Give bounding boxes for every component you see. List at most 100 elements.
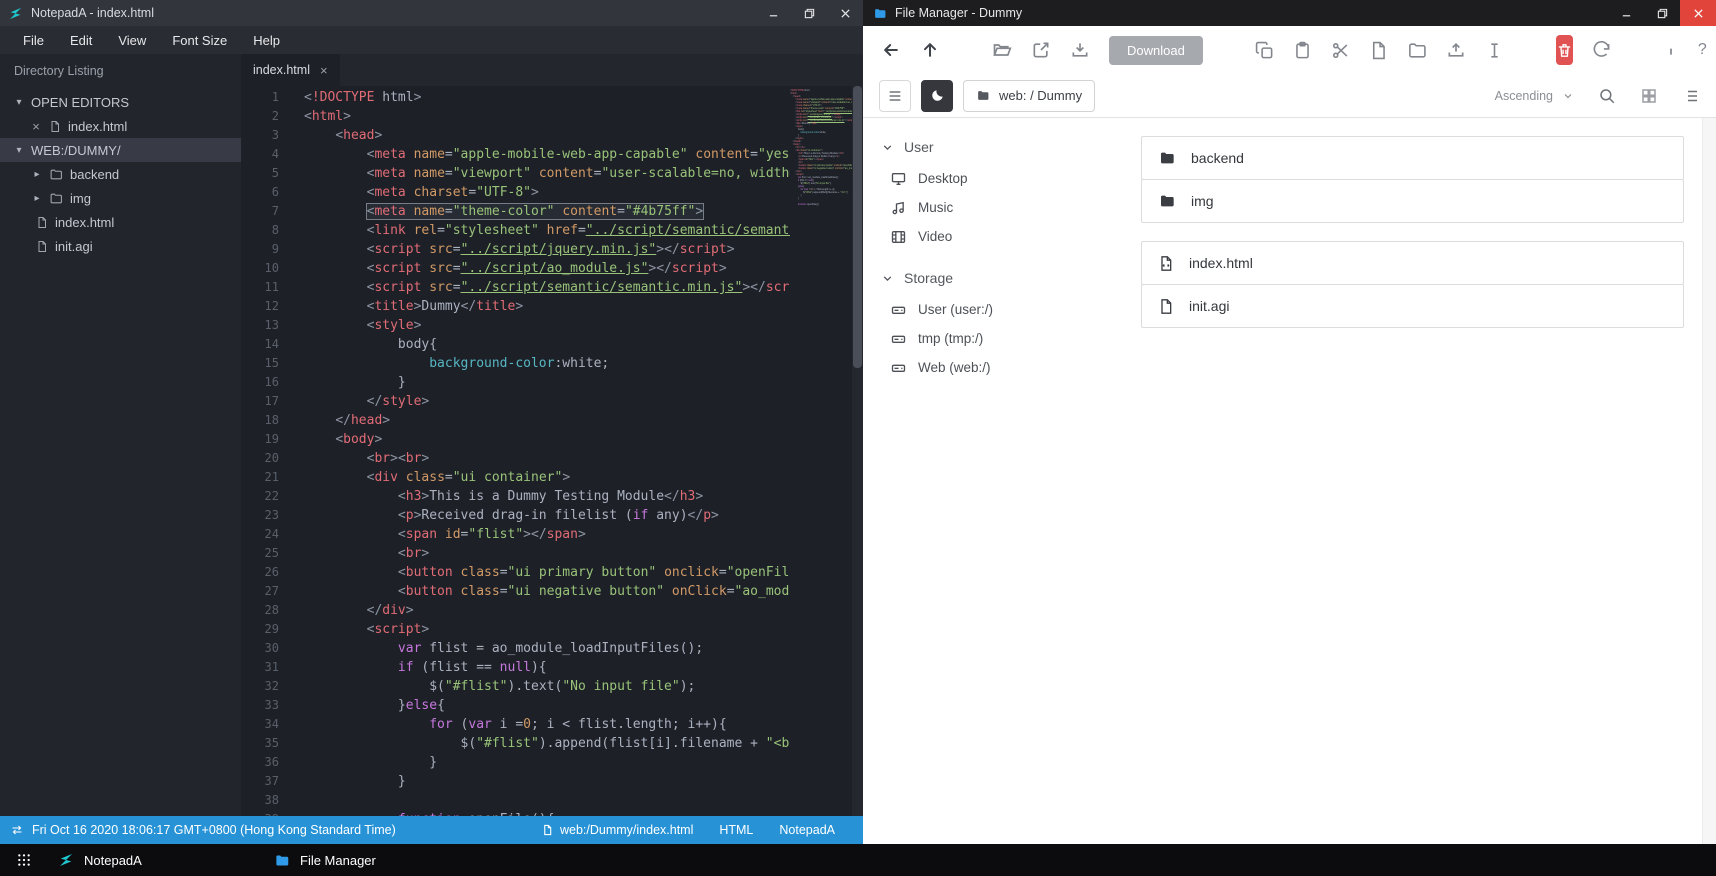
file-icon	[544, 824, 552, 836]
folder-icon	[1161, 152, 1174, 164]
sidebar-item-user-drive[interactable]: User (user:/)	[863, 295, 1103, 324]
search-icon[interactable]	[1598, 87, 1616, 105]
sort-dropdown[interactable]: Ascending	[1495, 89, 1574, 103]
filemanager-logo-icon	[276, 855, 289, 865]
window-title: File Manager - Dummy	[895, 6, 1023, 20]
menu-help[interactable]: Help	[240, 33, 293, 48]
chevron-down-icon: ▾	[16, 144, 22, 156]
sidebar-item-desktop[interactable]: Desktop	[863, 164, 1103, 193]
filemanager-sidebar: User Desktop Music Video Storage User (u…	[863, 118, 1103, 844]
files-group: index.html init.agi	[1141, 241, 1684, 328]
status-language[interactable]: HTML	[719, 823, 753, 837]
filemanager-content: User Desktop Music Video Storage User (u…	[863, 118, 1716, 844]
taskbar-item-filemanager[interactable]: File Manager	[260, 844, 476, 876]
new-file-icon[interactable]	[1369, 41, 1388, 60]
apps-grid-icon[interactable]	[4, 844, 44, 876]
sidebar-item-web-drive[interactable]: Web (web:/)	[863, 353, 1103, 382]
tree-open-editors[interactable]: ▾ OPEN EDITORS	[0, 90, 241, 114]
tree-item-backend[interactable]: ▸ backend	[0, 162, 241, 186]
tree-item-img[interactable]: ▸ img	[0, 186, 241, 210]
download-icon[interactable]	[1070, 40, 1090, 60]
editor-area: index.html × 1 <!DOCTYPE html> 2 <html> 3 <h…	[241, 54, 863, 816]
section-user[interactable]: User	[863, 130, 1103, 164]
sidebar-item-music[interactable]: Music	[863, 193, 1103, 222]
sidebar-item-video[interactable]: Video	[863, 222, 1103, 251]
menu-font-size[interactable]: Font Size	[159, 33, 240, 48]
filemanager-window: File Manager - Dummy Download ? web: / D…	[863, 0, 1716, 844]
open-folder-icon[interactable]	[992, 40, 1012, 60]
tree-root-folder[interactable]: ▾ WEB:/DUMMY/	[0, 138, 241, 162]
refresh-icon[interactable]	[1592, 40, 1611, 60]
minimize-icon[interactable]	[755, 0, 791, 26]
file-row-backend[interactable]: backend	[1141, 136, 1684, 180]
filemanager-subbar: web: / Dummy Ascending	[863, 74, 1716, 118]
filemanager-toolbar: Download ?	[863, 26, 1716, 74]
download-button[interactable]: Download	[1109, 35, 1203, 65]
editor-scrollbar[interactable]	[852, 86, 863, 816]
filemanager-logo-icon	[875, 8, 886, 18]
folder-icon	[978, 91, 989, 100]
menu-edit[interactable]: Edit	[57, 33, 105, 48]
help-icon[interactable]: ?	[1698, 41, 1707, 59]
dark-mode-icon[interactable]	[921, 79, 953, 112]
taskbar: NotepadA File Manager	[0, 844, 1716, 876]
status-right: web:/Dummy/index.html HTML NotepadA	[542, 823, 863, 837]
close-icon[interactable]	[1680, 0, 1716, 26]
tree-item-indexhtml[interactable]: index.html	[0, 210, 241, 234]
notepada-menubar: File Edit View Font Size Help	[0, 26, 863, 54]
breadcrumb[interactable]: web: / Dummy	[963, 79, 1096, 112]
scrollbar-thumb[interactable]	[853, 86, 862, 368]
swap-arrows-icon	[10, 824, 24, 836]
window-title: NotepadA - index.html	[31, 6, 154, 20]
chevron-right-icon: ▸	[34, 168, 40, 180]
back-icon[interactable]	[881, 40, 901, 60]
tree-item-initagi[interactable]: init.agi	[0, 234, 241, 258]
file-icon	[36, 240, 48, 253]
chevron-down-icon	[1564, 93, 1572, 98]
file-row-indexhtml[interactable]: index.html	[1141, 241, 1684, 285]
grid-view-icon[interactable]	[1640, 87, 1658, 105]
copy-icon[interactable]	[1255, 41, 1274, 60]
minimap[interactable]: 1<!DOCTYPE html>2<html>3 <head>4 <meta n…	[790, 86, 852, 816]
delete-button[interactable]	[1555, 35, 1573, 65]
tab-close-icon[interactable]: ×	[320, 63, 328, 78]
chevron-down-icon: ▾	[16, 96, 22, 108]
menu-file[interactable]: File	[10, 33, 57, 48]
minimize-icon[interactable]	[1608, 0, 1644, 26]
cut-icon[interactable]	[1331, 41, 1350, 60]
code-editor[interactable]: 1 <!DOCTYPE html> 2 <html> 3 <head> 4 <meta n…	[241, 86, 863, 816]
file-row-img[interactable]: img	[1141, 179, 1684, 223]
sidebar-item-tmp-drive[interactable]: tmp (tmp:/)	[863, 324, 1103, 353]
file-row-initagi[interactable]: init.agi	[1141, 284, 1684, 328]
maximize-icon[interactable]	[791, 0, 827, 26]
file-icon	[1161, 298, 1172, 314]
close-editor-icon[interactable]: ×	[30, 119, 42, 134]
tab-indexhtml[interactable]: index.html ×	[241, 54, 340, 86]
file-list: backend img index.html init.agi	[1103, 118, 1702, 844]
drive-icon	[891, 364, 906, 372]
close-icon[interactable]	[827, 0, 863, 26]
window-controls	[1608, 0, 1716, 26]
filemanager-scrollbar[interactable]	[1702, 118, 1716, 844]
menu-view[interactable]: View	[105, 33, 159, 48]
taskbar-item-notepada[interactable]: NotepadA	[44, 844, 260, 876]
upload-icon[interactable]	[1446, 40, 1466, 60]
notepada-window: NotepadA - index.html File Edit View Fon…	[0, 0, 863, 844]
open-external-icon[interactable]	[1031, 40, 1051, 60]
menu-icon[interactable]	[879, 79, 911, 112]
notepada-logo-icon	[60, 854, 72, 866]
up-icon[interactable]	[920, 40, 940, 60]
list-view-icon[interactable]	[1682, 87, 1700, 105]
maximize-icon[interactable]	[1644, 0, 1680, 26]
section-storage[interactable]: Storage	[863, 261, 1103, 295]
folder-group: backend img	[1141, 136, 1684, 223]
paste-icon[interactable]	[1293, 41, 1312, 60]
code-lines[interactable]: 1 <!DOCTYPE html> 2 <html> 3 <head> 4 <meta n…	[241, 86, 790, 816]
chevron-right-icon: ▸	[34, 192, 40, 204]
notepada-body: Directory Listing ▾ OPEN EDITORS × index…	[0, 54, 863, 816]
file-icon	[36, 216, 48, 229]
open-editor-item[interactable]: × index.html	[0, 114, 241, 138]
rename-icon[interactable]	[1485, 41, 1504, 60]
new-folder-icon[interactable]	[1407, 41, 1427, 60]
info-icon[interactable]	[1663, 41, 1679, 59]
